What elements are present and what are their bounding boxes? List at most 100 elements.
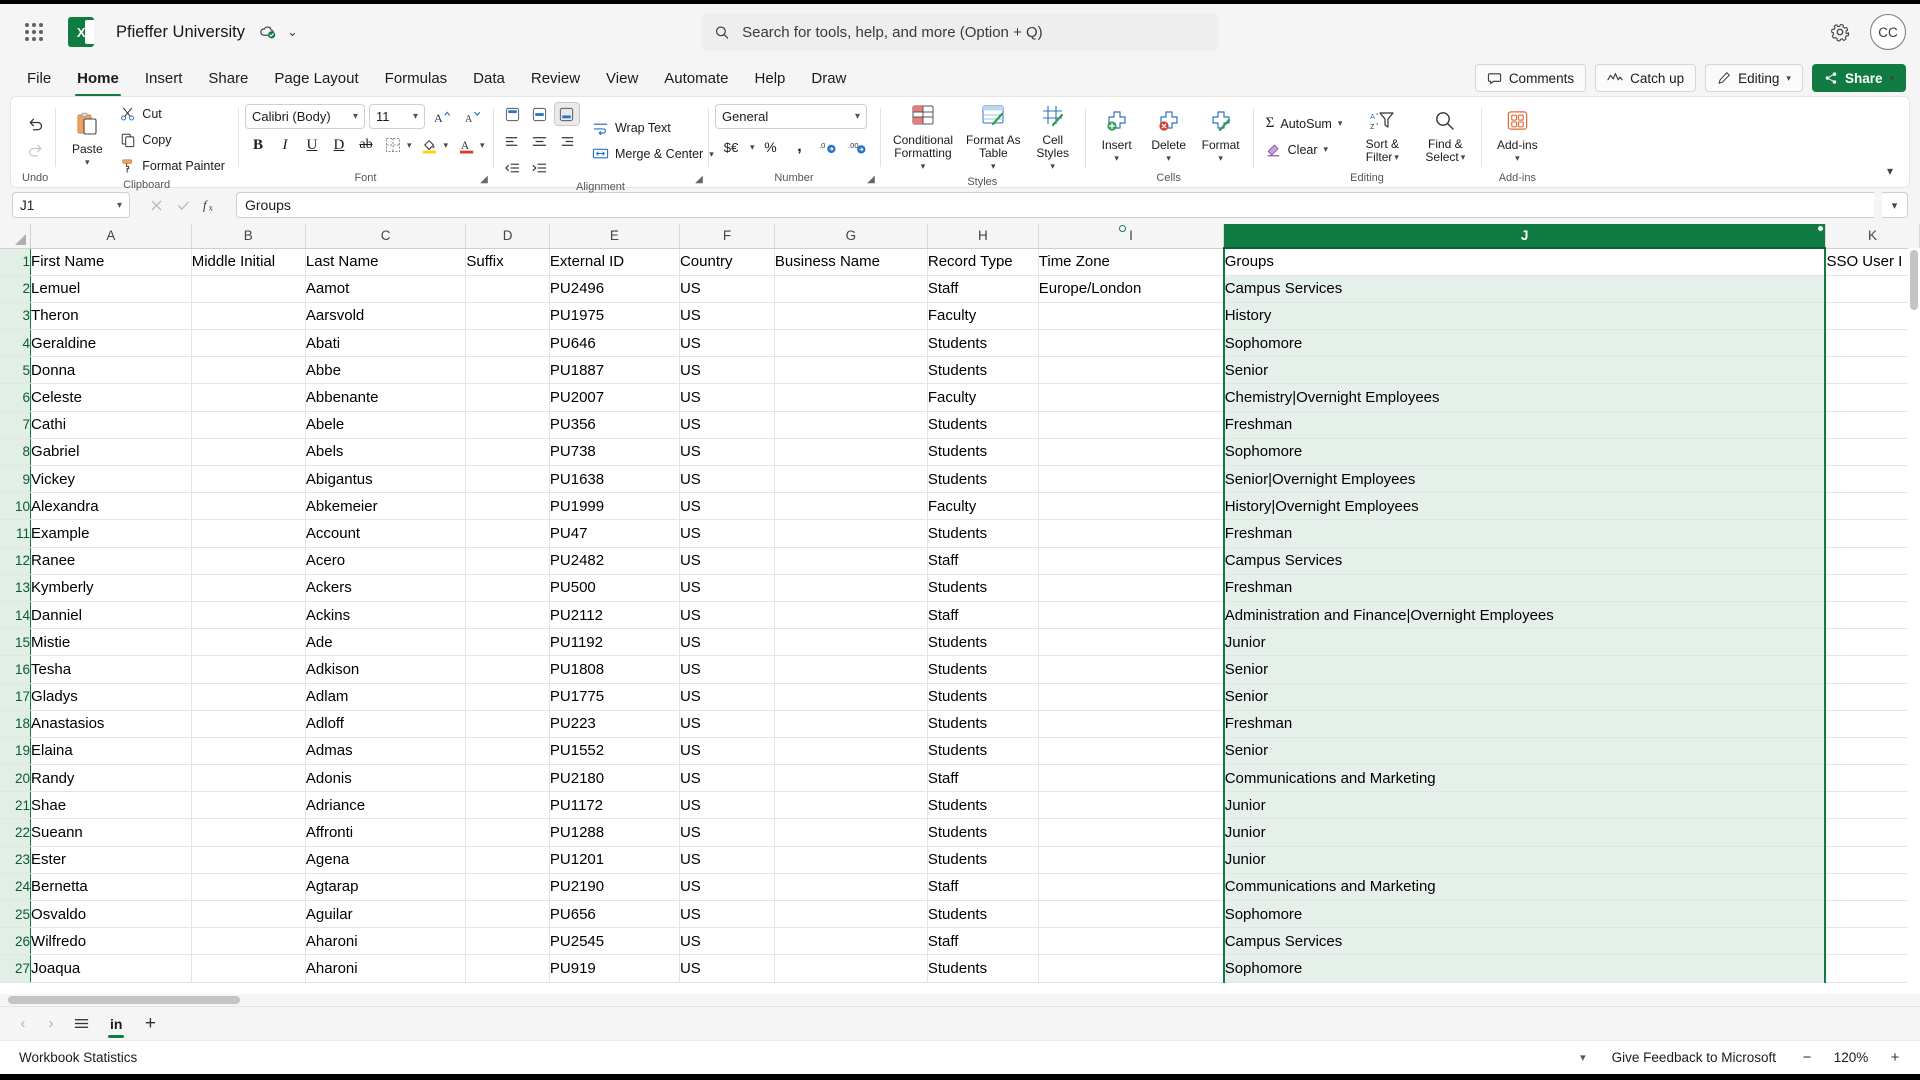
cell-K24[interactable]: [1825, 873, 1920, 902]
cell-C3[interactable]: Aarsvold: [305, 302, 467, 331]
cell-A3[interactable]: Theron: [30, 302, 192, 331]
all-sheets-button[interactable]: [66, 1011, 96, 1037]
tab-view[interactable]: View: [593, 60, 651, 96]
tab-insert[interactable]: Insert: [132, 60, 196, 96]
cell-K2[interactable]: [1825, 275, 1920, 303]
row-header-18[interactable]: 18: [0, 710, 32, 738]
cell-C15[interactable]: Ade: [305, 628, 467, 657]
cell-J2[interactable]: Campus Services: [1222, 275, 1827, 303]
tab-formulas[interactable]: Formulas: [372, 60, 461, 96]
column-header-c[interactable]: C: [305, 224, 467, 249]
cell-B24[interactable]: [191, 873, 306, 902]
cell-D14[interactable]: [465, 601, 550, 630]
cell-J16[interactable]: Senior: [1222, 655, 1827, 684]
cell-E12[interactable]: PU2482: [549, 547, 680, 575]
share-button[interactable]: Share ▾: [1811, 64, 1906, 92]
cell-D4[interactable]: [465, 329, 550, 358]
cell-I3[interactable]: [1038, 302, 1225, 331]
cell-K19[interactable]: [1825, 737, 1920, 766]
cell-F6[interactable]: US: [679, 383, 775, 412]
cell-G5[interactable]: [774, 356, 928, 385]
cell-F20[interactable]: US: [679, 764, 775, 793]
borders-button[interactable]: [380, 133, 406, 157]
cell-C7[interactable]: Abele: [305, 411, 467, 439]
cell-J19[interactable]: Senior: [1222, 737, 1827, 766]
name-box[interactable]: J1 ▾: [12, 192, 130, 218]
cell-E3[interactable]: PU1975: [549, 302, 680, 331]
cell-H21[interactable]: Students: [927, 791, 1039, 820]
tab-file[interactable]: File: [14, 60, 64, 96]
cell-C13[interactable]: Ackers: [305, 574, 467, 602]
cell-C19[interactable]: Admas: [305, 737, 467, 766]
cell-A23[interactable]: Ester: [30, 846, 192, 874]
cell-J21[interactable]: Junior: [1222, 791, 1827, 820]
tab-draw[interactable]: Draw: [798, 60, 859, 96]
expand-formula-bar-button[interactable]: ▾: [1882, 192, 1908, 218]
cell-D22[interactable]: [465, 818, 550, 847]
row-header-14[interactable]: 14: [0, 601, 32, 630]
cell-I26[interactable]: [1038, 927, 1225, 956]
align-left-button[interactable]: [500, 129, 526, 153]
cell-G23[interactable]: [774, 846, 928, 874]
undo-button[interactable]: [22, 112, 48, 136]
cell-H9[interactable]: Students: [927, 465, 1039, 494]
cell-H19[interactable]: Students: [927, 737, 1039, 766]
font-size-combo[interactable]: 11 ▾: [368, 104, 425, 129]
cell-A7[interactable]: Cathi: [30, 411, 192, 439]
cell-E14[interactable]: PU2112: [549, 601, 680, 630]
cell-B10[interactable]: [191, 492, 306, 521]
column-header-b[interactable]: B: [191, 224, 306, 249]
cell-E17[interactable]: PU1775: [549, 683, 680, 711]
cell-K6[interactable]: [1825, 383, 1920, 412]
cell-E27[interactable]: PU919: [549, 954, 680, 983]
cell-F10[interactable]: US: [679, 492, 775, 521]
select-all-corner[interactable]: [0, 224, 32, 249]
cell-A9[interactable]: Vickey: [30, 465, 192, 494]
cell-H24[interactable]: Staff: [927, 873, 1039, 902]
cell-D10[interactable]: [465, 492, 550, 521]
horizontal-scrollbar[interactable]: [0, 994, 1920, 1006]
cell-J9[interactable]: Senior|Overnight Employees: [1222, 465, 1827, 494]
cell-D6[interactable]: [465, 383, 550, 412]
cell-J27[interactable]: Sophomore: [1222, 954, 1827, 983]
row-header-8[interactable]: 8: [0, 438, 32, 467]
underline-button[interactable]: U: [299, 133, 325, 157]
cell-G2[interactable]: [774, 275, 928, 303]
cell-A27[interactable]: Joaqua: [30, 954, 192, 983]
cell-H2[interactable]: Staff: [927, 275, 1039, 303]
cell-A5[interactable]: Donna: [30, 356, 192, 385]
cell-K21[interactable]: [1825, 791, 1920, 820]
cell-E6[interactable]: PU2007: [549, 383, 680, 412]
cell-K4[interactable]: [1825, 329, 1920, 358]
cut-button[interactable]: Cut: [114, 102, 231, 126]
cell-I4[interactable]: [1038, 329, 1225, 358]
column-header-e[interactable]: E: [549, 224, 680, 249]
cell-E2[interactable]: PU2496: [549, 275, 680, 303]
cell-D27[interactable]: [465, 954, 550, 983]
column-header-h[interactable]: H: [927, 224, 1039, 249]
next-sheet-button[interactable]: ›: [38, 1011, 64, 1037]
font-color-button[interactable]: A: [453, 133, 479, 157]
formula-input[interactable]: Groups: [236, 192, 1874, 218]
number-format-combo[interactable]: General ▾: [714, 104, 867, 129]
cell-H3[interactable]: Faculty: [927, 302, 1039, 331]
cell-F19[interactable]: US: [679, 737, 775, 766]
collapse-ribbon-button[interactable]: ▾: [1879, 161, 1901, 181]
cell-J17[interactable]: Senior: [1222, 683, 1827, 711]
cell-F3[interactable]: US: [679, 302, 775, 331]
cell-K12[interactable]: [1825, 547, 1920, 575]
cell-E8[interactable]: PU738: [549, 438, 680, 467]
cell-J24[interactable]: Communications and Marketing: [1222, 873, 1827, 902]
cell-J11[interactable]: Freshman: [1222, 519, 1827, 548]
cell-H13[interactable]: Students: [927, 574, 1039, 602]
cell-D7[interactable]: [465, 411, 550, 439]
cell-G24[interactable]: [774, 873, 928, 902]
cell-A1[interactable]: First Name: [30, 248, 192, 276]
cell-A4[interactable]: Geraldine: [30, 329, 192, 358]
cell-F16[interactable]: US: [679, 655, 775, 684]
editing-mode-button[interactable]: Editing ▾: [1705, 64, 1803, 92]
cell-F9[interactable]: US: [679, 465, 775, 494]
cell-C20[interactable]: Adonis: [305, 764, 467, 793]
align-middle-button[interactable]: [527, 102, 553, 126]
cell-K27[interactable]: [1825, 954, 1920, 983]
